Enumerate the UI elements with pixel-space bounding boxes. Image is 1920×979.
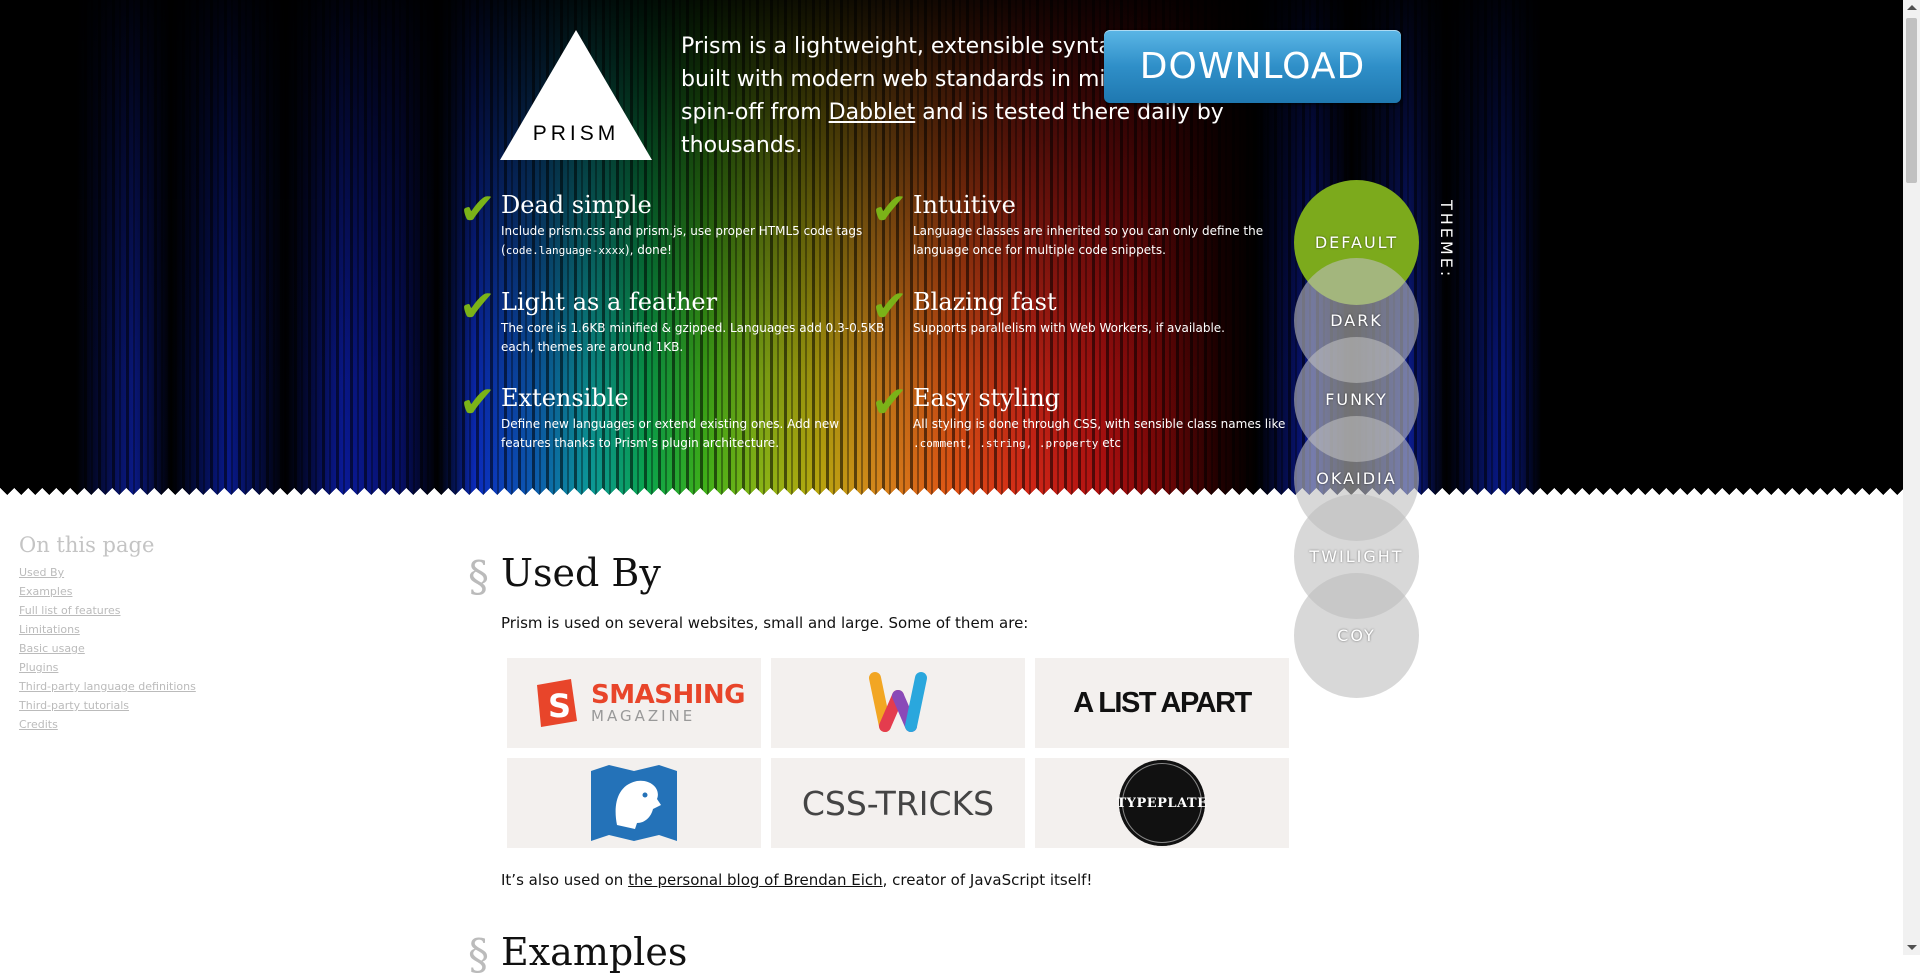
theme-coy[interactable]: COY xyxy=(1294,573,1419,698)
toc-item: Third-party language definitions xyxy=(19,677,196,696)
toc-link-basic-usage[interactable]: Basic usage xyxy=(19,642,85,655)
download-button[interactable]: DOWNLOAD xyxy=(1104,30,1401,103)
smashing-word: SMASHING xyxy=(591,680,745,710)
typeplate-badge-icon: TYPEPLATE xyxy=(1116,760,1208,846)
toc-link-plugins[interactable]: Plugins xyxy=(19,661,58,674)
examples-heading: Examples xyxy=(501,930,688,974)
typeplate-logo[interactable]: TYPEPLATE xyxy=(1035,758,1289,848)
feature-desc: Define new languages or extend existing … xyxy=(501,417,840,450)
toc-link-limitations[interactable]: Limitations xyxy=(19,623,80,636)
toc-link-used-by[interactable]: Used By xyxy=(19,566,64,579)
typeplate-text: TYPEPLATE xyxy=(1116,795,1208,811)
checkmark-icon: ✔ xyxy=(459,281,496,332)
magazine-word: MAGAZINE xyxy=(591,707,696,725)
feature-desc: Include prism.css and prism.js, use prop… xyxy=(501,222,891,260)
toc-item: Third-party tutorials xyxy=(19,696,196,715)
feature-title: Easy styling xyxy=(913,384,1061,412)
checkmark-icon: ✔ xyxy=(871,377,908,428)
brendan-eich-blog-link[interactable]: the personal blog of Brendan Eich xyxy=(628,871,883,889)
feature-title: Intuitive xyxy=(913,191,1016,219)
feature-intuitive: ✔ Intuitive Language classes are inherit… xyxy=(871,188,1303,260)
scroll-up-icon[interactable] xyxy=(1907,5,1917,10)
feature-title: Extensible xyxy=(501,384,629,412)
a-list-apart-logo[interactable]: A LIST APART xyxy=(1035,658,1289,748)
feature-blazing-fast: ✔ Blazing fast Supports parallelism with… xyxy=(871,285,1303,338)
feature-extensible: ✔ Extensible Define new languages or ext… xyxy=(459,381,891,453)
also-used-text: It’s also used on the personal blog of B… xyxy=(501,871,1092,889)
toc-item: Used By xyxy=(19,563,196,582)
toc-link-examples[interactable]: Examples xyxy=(19,585,72,598)
toc-item: Plugins xyxy=(19,658,196,677)
theme-label: THEME: xyxy=(1437,200,1456,280)
css-tricks-text: CSS-TRICKS xyxy=(801,783,995,823)
zigzag-divider xyxy=(0,488,1903,502)
checkmark-icon: ✔ xyxy=(871,184,908,235)
checkmark-icon: ✔ xyxy=(871,281,908,332)
toc-item: Examples xyxy=(19,582,196,601)
svg-text:S: S xyxy=(548,687,571,725)
toc-list: Used By Examples Full list of features L… xyxy=(19,563,196,734)
feature-dead-simple: ✔ Dead simple Include prism.css and pris… xyxy=(459,188,891,260)
feature-desc: All styling is done through CSS, with se… xyxy=(913,415,1303,453)
toc-item: Credits xyxy=(19,715,196,734)
dabblet-link[interactable]: Dabblet xyxy=(829,100,916,125)
feature-desc-text: ), done! xyxy=(624,243,672,257)
css-tricks-logo[interactable]: CSS-TRICKS xyxy=(771,758,1025,848)
feature-desc: The core is 1.6KB minified & gzipped. La… xyxy=(501,321,885,354)
table-of-contents: On this page Used By Examples Full list … xyxy=(19,533,196,734)
feature-easy-styling: ✔ Easy styling All styling is done throu… xyxy=(871,381,1303,453)
checkmark-icon: ✔ xyxy=(459,184,496,235)
page-scrollbar[interactable] xyxy=(1903,0,1920,955)
feature-desc-text: All styling is done through CSS, with se… xyxy=(913,417,1286,431)
used-by-intro: Prism is used on several websites, small… xyxy=(501,614,1029,632)
feature-desc: Supports parallelism with Web Workers, i… xyxy=(913,321,1225,335)
used-by-heading: Used By xyxy=(501,551,661,595)
a-list-apart-text: A LIST APART xyxy=(1073,686,1252,719)
webplatform-w-icon xyxy=(869,672,927,732)
toc-item: Full list of features xyxy=(19,601,196,620)
logo-text: PRISM xyxy=(532,122,620,145)
toc-link-tutorials[interactable]: Third-party tutorials xyxy=(19,699,129,712)
scrollbar-thumb[interactable] xyxy=(1906,18,1917,183)
smashing-text: SMASHING MAGAZINE xyxy=(591,682,745,724)
scroll-down-icon[interactable] xyxy=(1907,945,1917,950)
smashing-magazine-logo[interactable]: S SMASHING MAGAZINE xyxy=(507,658,761,748)
toc-item: Basic usage xyxy=(19,639,196,658)
webplatform-logo[interactable] xyxy=(771,658,1025,748)
drupal-map-icon xyxy=(591,765,677,841)
toc-link-credits[interactable]: Credits xyxy=(19,718,58,731)
toc-link-language-definitions[interactable]: Third-party language definitions xyxy=(19,680,196,693)
also-used-end: , creator of JavaScript itself! xyxy=(882,871,1093,889)
prism-logo[interactable]: PRISM xyxy=(500,30,652,160)
feature-desc: Language classes are inherited so you ca… xyxy=(913,224,1264,257)
toc-item: Limitations xyxy=(19,620,196,639)
toc-title: On this page xyxy=(19,533,155,557)
toc-link-features[interactable]: Full list of features xyxy=(19,604,121,617)
feature-title: Light as a feather xyxy=(501,288,718,316)
feature-desc-text: etc xyxy=(1098,436,1121,450)
checkmark-icon: ✔ xyxy=(459,377,496,428)
feature-code: code.language-xxxx xyxy=(505,244,625,257)
drupal-logo[interactable] xyxy=(507,758,761,848)
also-used-start: It’s also used on xyxy=(501,871,629,889)
feature-light-as-a-feather: ✔ Light as a feather The core is 1.6KB m… xyxy=(459,285,891,357)
feature-code: .comment, .string, .property xyxy=(913,437,1099,450)
feature-title: Blazing fast xyxy=(913,288,1057,316)
section-sign[interactable]: § xyxy=(468,552,489,601)
feature-title: Dead simple xyxy=(501,191,652,219)
